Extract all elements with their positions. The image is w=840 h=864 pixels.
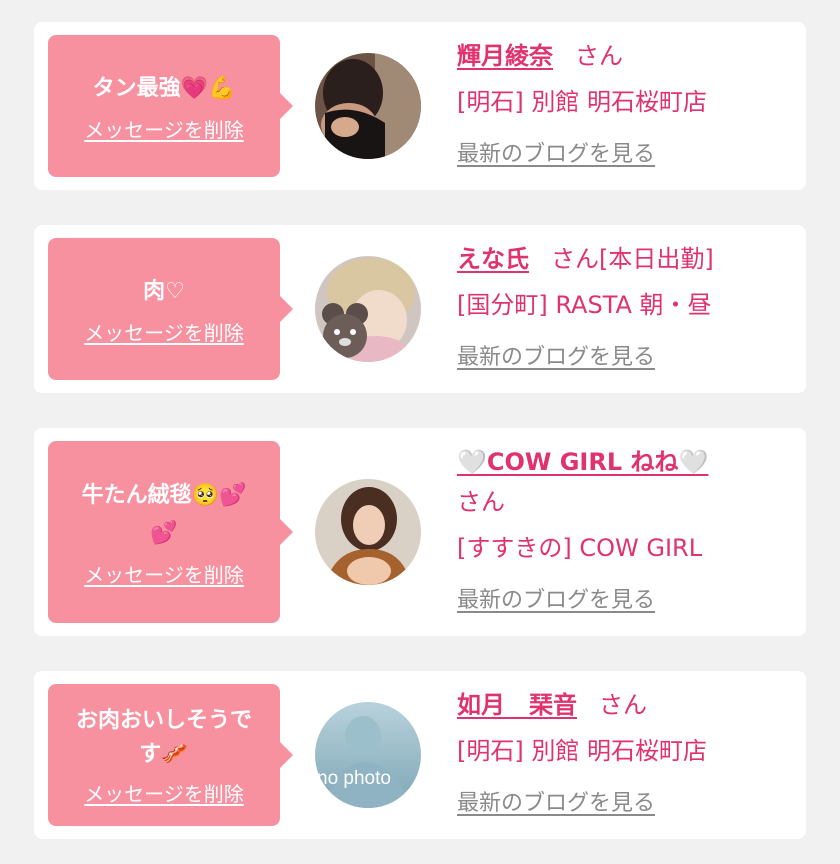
- message-text-line-1: 牛たん絨毯🥺💕: [81, 482, 247, 508]
- message-text-line-2: 💕: [150, 520, 178, 546]
- favorite-card: 肉♡ メッセージを削除 えな氏さん[本日出勤] [国分町] RASTA 朝・昼: [34, 225, 806, 393]
- delete-message-link[interactable]: メッセージを削除: [84, 778, 244, 807]
- honorific: さん: [575, 42, 623, 70]
- cast-name-link[interactable]: 輝月綾奈: [457, 42, 553, 70]
- message-text-line-1: お肉おいしそうで: [75, 707, 252, 733]
- delete-message-link[interactable]: メッセージを削除: [84, 559, 244, 588]
- cast-info: 輝月綾奈 さん [明石] 別館 明石桜町店 最新のブログを見る: [457, 36, 786, 168]
- profile-photo: [315, 256, 421, 362]
- status-badge: [本日出勤]: [599, 245, 714, 273]
- delete-message-link[interactable]: メッセージを削除: [84, 317, 244, 346]
- shop-name: [明石] 別館 明石桜町店: [457, 88, 707, 116]
- profile-photo: [315, 53, 421, 159]
- latest-blog-link[interactable]: 最新のブログを見る: [457, 785, 655, 817]
- honorific: さん: [599, 691, 647, 719]
- shop-name: [すすきの] COW GIRL: [457, 534, 703, 562]
- cast-info: 🤍COW GIRL ねね🤍 さん [すすきの] COW GIRL 最新のブログを…: [457, 442, 786, 614]
- delete-message-link[interactable]: メッセージを削除: [84, 114, 244, 143]
- no-photo-text: no photo: [317, 768, 391, 789]
- cast-name-link[interactable]: 🤍COW GIRL ねね🤍: [457, 448, 708, 476]
- latest-blog-link[interactable]: 最新のブログを見る: [457, 136, 655, 168]
- cast-name-link[interactable]: 如月 琹音: [457, 691, 577, 719]
- latest-blog-link[interactable]: 最新のブログを見る: [457, 582, 655, 614]
- message-bubble: 肉♡ メッセージを削除: [48, 238, 293, 380]
- latest-blog-link[interactable]: 最新のブログを見る: [457, 339, 655, 371]
- favorite-card: タン最強💗💪 メッセージを削除 輝月綾奈 さん [明石] 別館 明石桜町店 最新の…: [34, 22, 806, 190]
- favorites-list: タン最強💗💪 メッセージを削除 輝月綾奈 さん [明石] 別館 明石桜町店 最新の…: [0, 0, 840, 864]
- avatar[interactable]: no photo: [315, 702, 421, 808]
- favorite-card: 牛たん絨毯🥺💕 💕 メッセージを削除 🤍COW GIRL ねね🤍 さん [すすき…: [34, 428, 806, 636]
- shop-name: [明石] 別館 明石桜町店: [457, 737, 707, 765]
- avatar[interactable]: [315, 256, 421, 362]
- avatar[interactable]: [315, 479, 421, 585]
- profile-photo: [315, 479, 421, 585]
- shop-name: [国分町] RASTA 朝・昼: [457, 291, 712, 319]
- message-bubble: 牛たん絨毯🥺💕 💕 メッセージを削除: [48, 441, 293, 623]
- honorific: さん: [457, 488, 505, 516]
- cast-info: 如月 琹音 さん [明石] 別館 明石桜町店 最新のブログを見る: [457, 685, 786, 817]
- message-text-line-2: す🥓: [139, 741, 189, 767]
- message-bubble: タン最強💗💪 メッセージを削除: [48, 35, 293, 177]
- cast-name-link[interactable]: えな氏: [457, 245, 529, 273]
- message-bubble: お肉おいしそうで す🥓 メッセージを削除: [48, 684, 293, 826]
- no-photo-placeholder: no photo: [315, 702, 421, 808]
- honorific: さん: [551, 245, 599, 273]
- message-text: タン最強💗💪: [92, 75, 236, 101]
- cast-info: えな氏 さん[本日出勤] [国分町] RASTA 朝・昼 最新のブログを見る: [457, 239, 786, 371]
- favorite-card: お肉おいしそうで す🥓 メッセージを削除 no photo 如月 琹音 さん […: [34, 671, 806, 839]
- message-text: 肉♡: [143, 278, 185, 304]
- avatar[interactable]: [315, 53, 421, 159]
